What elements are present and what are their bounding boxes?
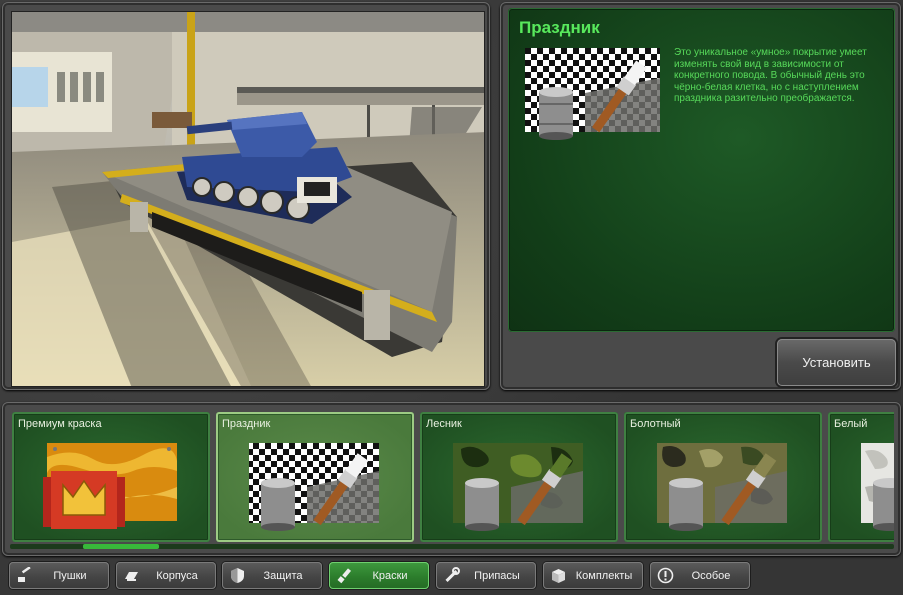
tab-label: Краски: [372, 569, 408, 582]
checkered-paint-icon: [247, 437, 381, 535]
item-card-white-paint[interactable]: Белый: [828, 412, 894, 542]
items-carousel[interactable]: Премиум краска Праздник Лесник Болотный …: [10, 410, 894, 544]
item-card-swamp-paint[interactable]: Болотный: [624, 412, 822, 542]
items-scrollbar[interactable]: [10, 544, 894, 549]
item-title: Праздник: [519, 18, 600, 37]
items-frame: Премиум краска Праздник Лесник Болотный …: [2, 402, 901, 556]
garage-tank-preview[interactable]: [11, 11, 485, 387]
category-tabs: Пушки Корпуса Защита Краски Припасы Комп…: [0, 560, 903, 595]
tab-special[interactable]: Особое: [650, 562, 750, 589]
forest-camo-paint-icon: [451, 437, 585, 535]
tab-label: Припасы: [474, 569, 520, 582]
item-description: Это уникальное «умное» покрытие умеет из…: [674, 47, 867, 105]
item-card-premium-paint[interactable]: Премиум краска: [12, 412, 210, 542]
items-scrollbar-thumb[interactable]: [82, 544, 159, 549]
premium-paint-icon: [43, 437, 177, 535]
tab-paints[interactable]: Краски: [329, 562, 429, 589]
item-info-panel: Праздник Это уникальное «умное» покрытие…: [508, 8, 895, 332]
item-name: Премиум краска: [18, 418, 102, 430]
tab-kits[interactable]: Комплекты: [543, 562, 643, 589]
swamp-camo-paint-icon: [655, 437, 789, 535]
white-paint-icon: [859, 437, 894, 535]
tab-label: Комплекты: [575, 569, 633, 582]
tab-hulls[interactable]: Корпуса: [116, 562, 216, 589]
tab-guns[interactable]: Пушки: [9, 562, 109, 589]
item-name: Болотный: [630, 418, 681, 430]
item-info-frame: Праздник Это уникальное «умное» покрытие…: [500, 2, 901, 390]
tab-label: Особое: [691, 569, 731, 582]
tab-label: Корпуса: [156, 569, 198, 582]
item-name: Лесник: [426, 418, 462, 430]
item-card-forest-paint[interactable]: Лесник: [420, 412, 618, 542]
tab-label: Защита: [263, 569, 303, 582]
install-button[interactable]: Установить: [777, 339, 896, 386]
garage-preview-frame: [2, 2, 490, 390]
item-card-holiday-paint[interactable]: Праздник: [216, 412, 414, 542]
item-name: Праздник: [222, 418, 271, 430]
tab-supplies[interactable]: Припасы: [436, 562, 536, 589]
checkered-paint-icon: [525, 48, 660, 140]
tab-label: Пушки: [53, 569, 87, 582]
tab-protection[interactable]: Защита: [222, 562, 322, 589]
item-name: Белый: [834, 418, 868, 430]
